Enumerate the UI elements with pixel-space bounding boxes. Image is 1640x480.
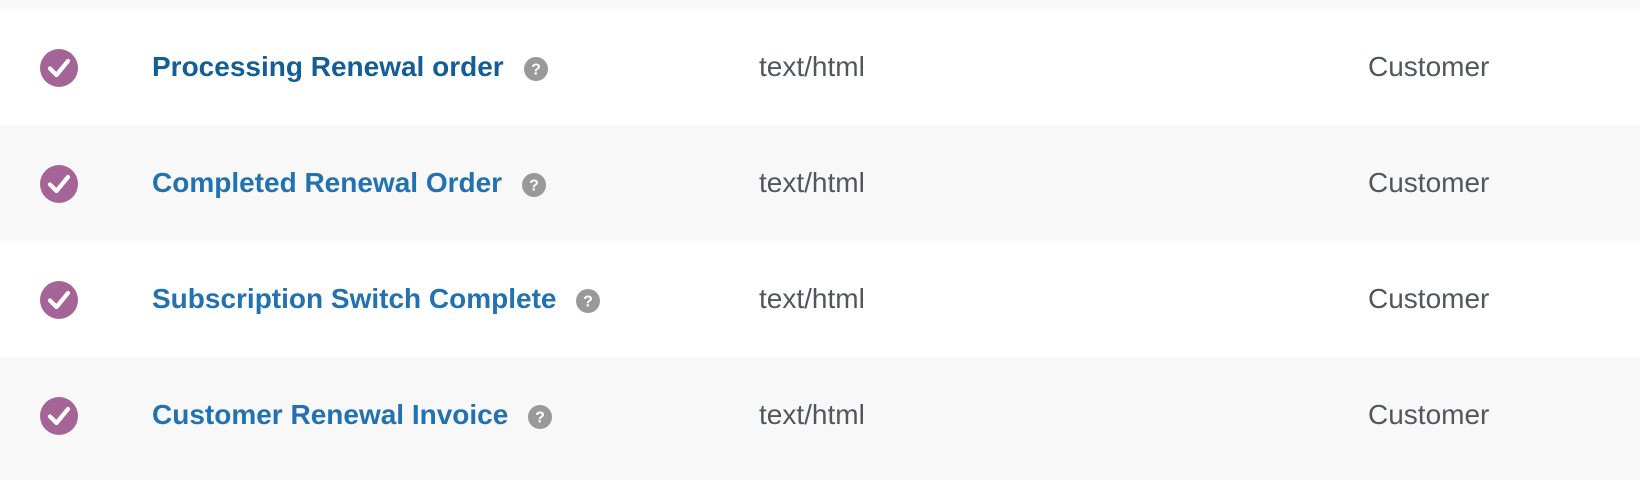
recipient-cell: Customer	[1368, 399, 1490, 430]
svg-text:?: ?	[584, 294, 594, 311]
check-circle-icon	[40, 165, 78, 203]
question-mark-icon[interactable]: ?	[528, 405, 553, 429]
recipient-cell: Customer	[1368, 283, 1490, 314]
email-name-cell: Completed Renewal Order ?	[152, 125, 547, 241]
email-name-link[interactable]: Customer Renewal Invoice	[152, 399, 508, 431]
question-mark-icon[interactable]: ?	[576, 289, 601, 313]
status-cell	[39, 280, 79, 320]
table-row: Processing Renewal order ? text/html Cus…	[0, 9, 1640, 125]
content-type-cell: text/html	[759, 51, 865, 82]
email-settings-table: Processing Renewal order ? text/html Cus…	[0, 9, 1640, 473]
check-circle-icon	[40, 281, 78, 319]
content-type-cell: text/html	[759, 399, 865, 430]
status-cell	[39, 164, 79, 204]
svg-text:?: ?	[535, 410, 545, 427]
question-mark-icon[interactable]: ?	[523, 57, 548, 81]
status-cell	[39, 396, 79, 436]
check-circle-icon	[40, 397, 78, 435]
check-circle-icon	[40, 49, 78, 87]
recipient-cell: Customer	[1368, 167, 1490, 198]
email-name-link[interactable]: Completed Renewal Order	[152, 167, 502, 199]
status-cell	[39, 48, 79, 88]
table-row: Customer Renewal Invoice ? text/html Cus…	[0, 357, 1640, 473]
table-row: Completed Renewal Order ? text/html Cust…	[0, 125, 1640, 241]
table-top-edge	[0, 0, 1640, 9]
email-name-cell: Customer Renewal Invoice ?	[152, 357, 553, 473]
recipient-cell: Customer	[1368, 51, 1490, 82]
svg-text:?: ?	[529, 178, 539, 195]
email-name-link[interactable]: Processing Renewal order	[152, 51, 504, 83]
svg-text:?: ?	[531, 62, 541, 79]
email-name-link[interactable]: Subscription Switch Complete	[152, 283, 556, 315]
table-row: Subscription Switch Complete ? text/html…	[0, 241, 1640, 357]
email-name-cell: Subscription Switch Complete ?	[152, 241, 601, 357]
email-name-cell: Processing Renewal order ?	[152, 9, 548, 125]
question-mark-icon[interactable]: ?	[522, 173, 547, 197]
content-type-cell: text/html	[759, 283, 865, 314]
content-type-cell: text/html	[759, 167, 865, 198]
